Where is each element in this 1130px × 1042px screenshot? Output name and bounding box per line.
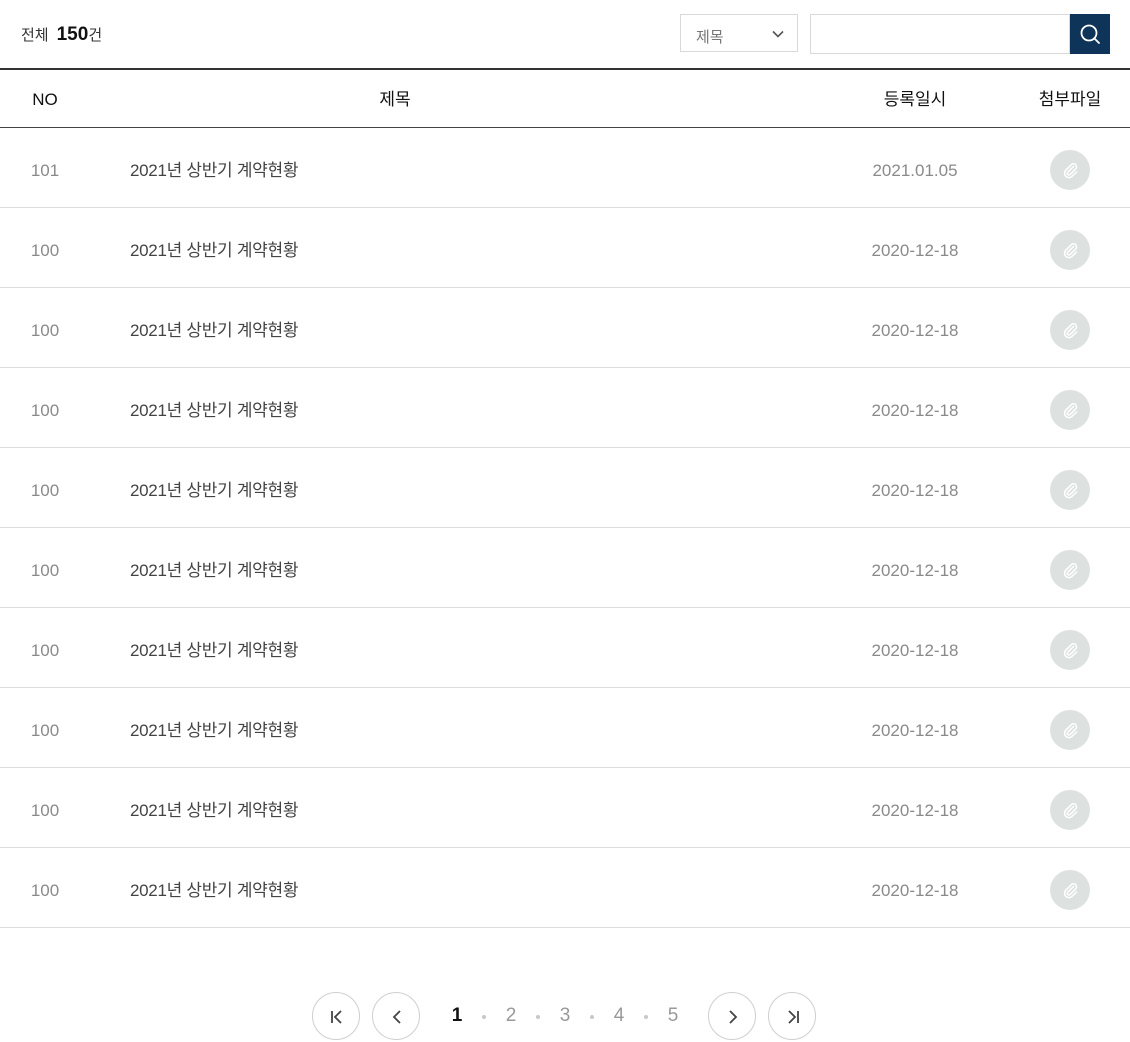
page-5-link[interactable]: 5 — [661, 1005, 685, 1027]
paperclip-icon — [1063, 563, 1078, 579]
attachment-button[interactable] — [1050, 550, 1090, 590]
last-page-icon — [788, 1010, 799, 1024]
attachment-button[interactable] — [1050, 390, 1090, 430]
page-separator-dot — [482, 1015, 486, 1019]
page-3-link[interactable]: 3 — [553, 1005, 577, 1027]
attachment-button[interactable] — [1050, 790, 1090, 830]
chevron-left-icon — [392, 1010, 401, 1024]
page-2-link[interactable]: 2 — [499, 1005, 523, 1027]
row-number: 100 — [30, 801, 60, 820]
page-separator-dot — [644, 1015, 648, 1019]
row-date: 2020-12-18 — [871, 241, 959, 260]
page-1-link[interactable]: 1 — [445, 1005, 469, 1027]
table-row[interactable]: 100 2021년 상반기 계약현황 2020-12-18 — [0, 288, 1130, 368]
row-number: 100 — [30, 321, 60, 340]
table-header: NO 제목 등록일시 첨부파일 — [0, 68, 1130, 128]
row-date: 2020-12-18 — [871, 321, 959, 340]
row-title[interactable]: 2021년 상반기 계약현황 — [130, 288, 298, 368]
header-attachment: 첨부파일 — [1038, 90, 1102, 109]
row-number: 100 — [30, 881, 60, 900]
row-number: 100 — [30, 241, 60, 260]
row-number: 100 — [30, 481, 60, 500]
paperclip-icon — [1063, 323, 1078, 339]
row-date: 2020-12-18 — [871, 801, 959, 820]
row-date: 2021.01.05 — [872, 161, 958, 180]
row-number: 100 — [30, 401, 60, 420]
attachment-button[interactable] — [1050, 310, 1090, 350]
search-category-value: 제목 — [696, 29, 724, 46]
list-toolbar: 전체 150건 제목 — [0, 0, 1130, 70]
row-title[interactable]: 2021년 상반기 계약현황 — [130, 768, 298, 848]
row-date: 2020-12-18 — [871, 561, 959, 580]
row-date: 2020-12-18 — [871, 721, 959, 740]
attachment-button[interactable] — [1050, 230, 1090, 270]
next-page-button[interactable] — [708, 992, 756, 1040]
paperclip-icon — [1063, 243, 1078, 259]
search-category-select[interactable]: 제목 — [680, 14, 798, 52]
first-page-button[interactable] — [312, 992, 360, 1040]
table-row[interactable]: 100 2021년 상반기 계약현황 2020-12-18 — [0, 608, 1130, 688]
paperclip-icon — [1063, 403, 1078, 419]
table-row[interactable]: 100 2021년 상반기 계약현황 2020-12-18 — [0, 848, 1130, 928]
attachment-button[interactable] — [1050, 150, 1090, 190]
last-page-button[interactable] — [768, 992, 816, 1040]
row-title[interactable]: 2021년 상반기 계약현황 — [130, 128, 298, 208]
row-number: 100 — [30, 641, 60, 660]
row-date: 2020-12-18 — [871, 401, 959, 420]
row-number: 101 — [30, 161, 60, 180]
paperclip-icon — [1063, 723, 1078, 739]
row-date: 2020-12-18 — [871, 881, 959, 900]
page-separator-dot — [590, 1015, 594, 1019]
row-number: 100 — [30, 721, 60, 740]
search-button[interactable] — [1070, 14, 1110, 54]
attachment-button[interactable] — [1050, 870, 1090, 910]
paperclip-icon — [1063, 483, 1078, 499]
total-number: 150 — [56, 24, 89, 45]
search-input[interactable] — [810, 14, 1070, 54]
paperclip-icon — [1063, 643, 1078, 659]
total-count: 전체 150건 — [21, 24, 102, 46]
chevron-down-icon — [771, 27, 785, 41]
row-title[interactable]: 2021년 상반기 계약현황 — [130, 448, 298, 528]
header-date: 등록일시 — [883, 90, 947, 109]
table-row[interactable]: 100 2021년 상반기 계약현황 2020-12-18 — [0, 208, 1130, 288]
paperclip-icon — [1063, 803, 1078, 819]
row-title[interactable]: 2021년 상반기 계약현황 — [130, 368, 298, 448]
page-separator-dot — [536, 1015, 540, 1019]
table-row[interactable]: 100 2021년 상반기 계약현황 2020-12-18 — [0, 448, 1130, 528]
paperclip-icon — [1063, 163, 1078, 179]
header-title: 제목 — [379, 90, 411, 109]
prev-page-button[interactable] — [372, 992, 420, 1040]
total-label: 전체 — [21, 27, 49, 44]
row-title[interactable]: 2021년 상반기 계약현황 — [130, 848, 298, 928]
total-unit: 건 — [88, 27, 103, 44]
row-title[interactable]: 2021년 상반기 계약현황 — [130, 608, 298, 688]
table-row[interactable]: 100 2021년 상반기 계약현황 2020-12-18 — [0, 368, 1130, 448]
page-4-link[interactable]: 4 — [607, 1005, 631, 1027]
row-title[interactable]: 2021년 상반기 계약현황 — [130, 208, 298, 288]
row-date: 2020-12-18 — [871, 641, 959, 660]
post-table: NO 제목 등록일시 첨부파일 101 2021년 상반기 계약현황 2021.01… — [0, 68, 1130, 928]
table-row[interactable]: 100 2021년 상반기 계약현황 2020-12-18 — [0, 528, 1130, 608]
table-row[interactable]: 100 2021년 상반기 계약현황 2020-12-18 — [0, 768, 1130, 848]
row-date: 2020-12-18 — [871, 481, 959, 500]
attachment-button[interactable] — [1050, 710, 1090, 750]
paperclip-icon — [1063, 883, 1078, 899]
first-page-icon — [331, 1010, 342, 1024]
pagination: 1 2 3 4 5 — [0, 992, 1130, 1042]
row-title[interactable]: 2021년 상반기 계약현황 — [130, 688, 298, 768]
header-no: NO — [32, 90, 58, 109]
search-icon — [1080, 24, 1100, 44]
attachment-button[interactable] — [1050, 470, 1090, 510]
attachment-button[interactable] — [1050, 630, 1090, 670]
table-row[interactable]: 100 2021년 상반기 계약현황 2020-12-18 — [0, 688, 1130, 768]
chevron-right-icon — [729, 1010, 738, 1024]
table-body: 101 2021년 상반기 계약현황 2021.01.05 100 2021년 상반기 … — [0, 128, 1130, 928]
row-number: 100 — [30, 561, 60, 580]
row-title[interactable]: 2021년 상반기 계약현황 — [130, 528, 298, 608]
table-row[interactable]: 101 2021년 상반기 계약현황 2021.01.05 — [0, 128, 1130, 208]
